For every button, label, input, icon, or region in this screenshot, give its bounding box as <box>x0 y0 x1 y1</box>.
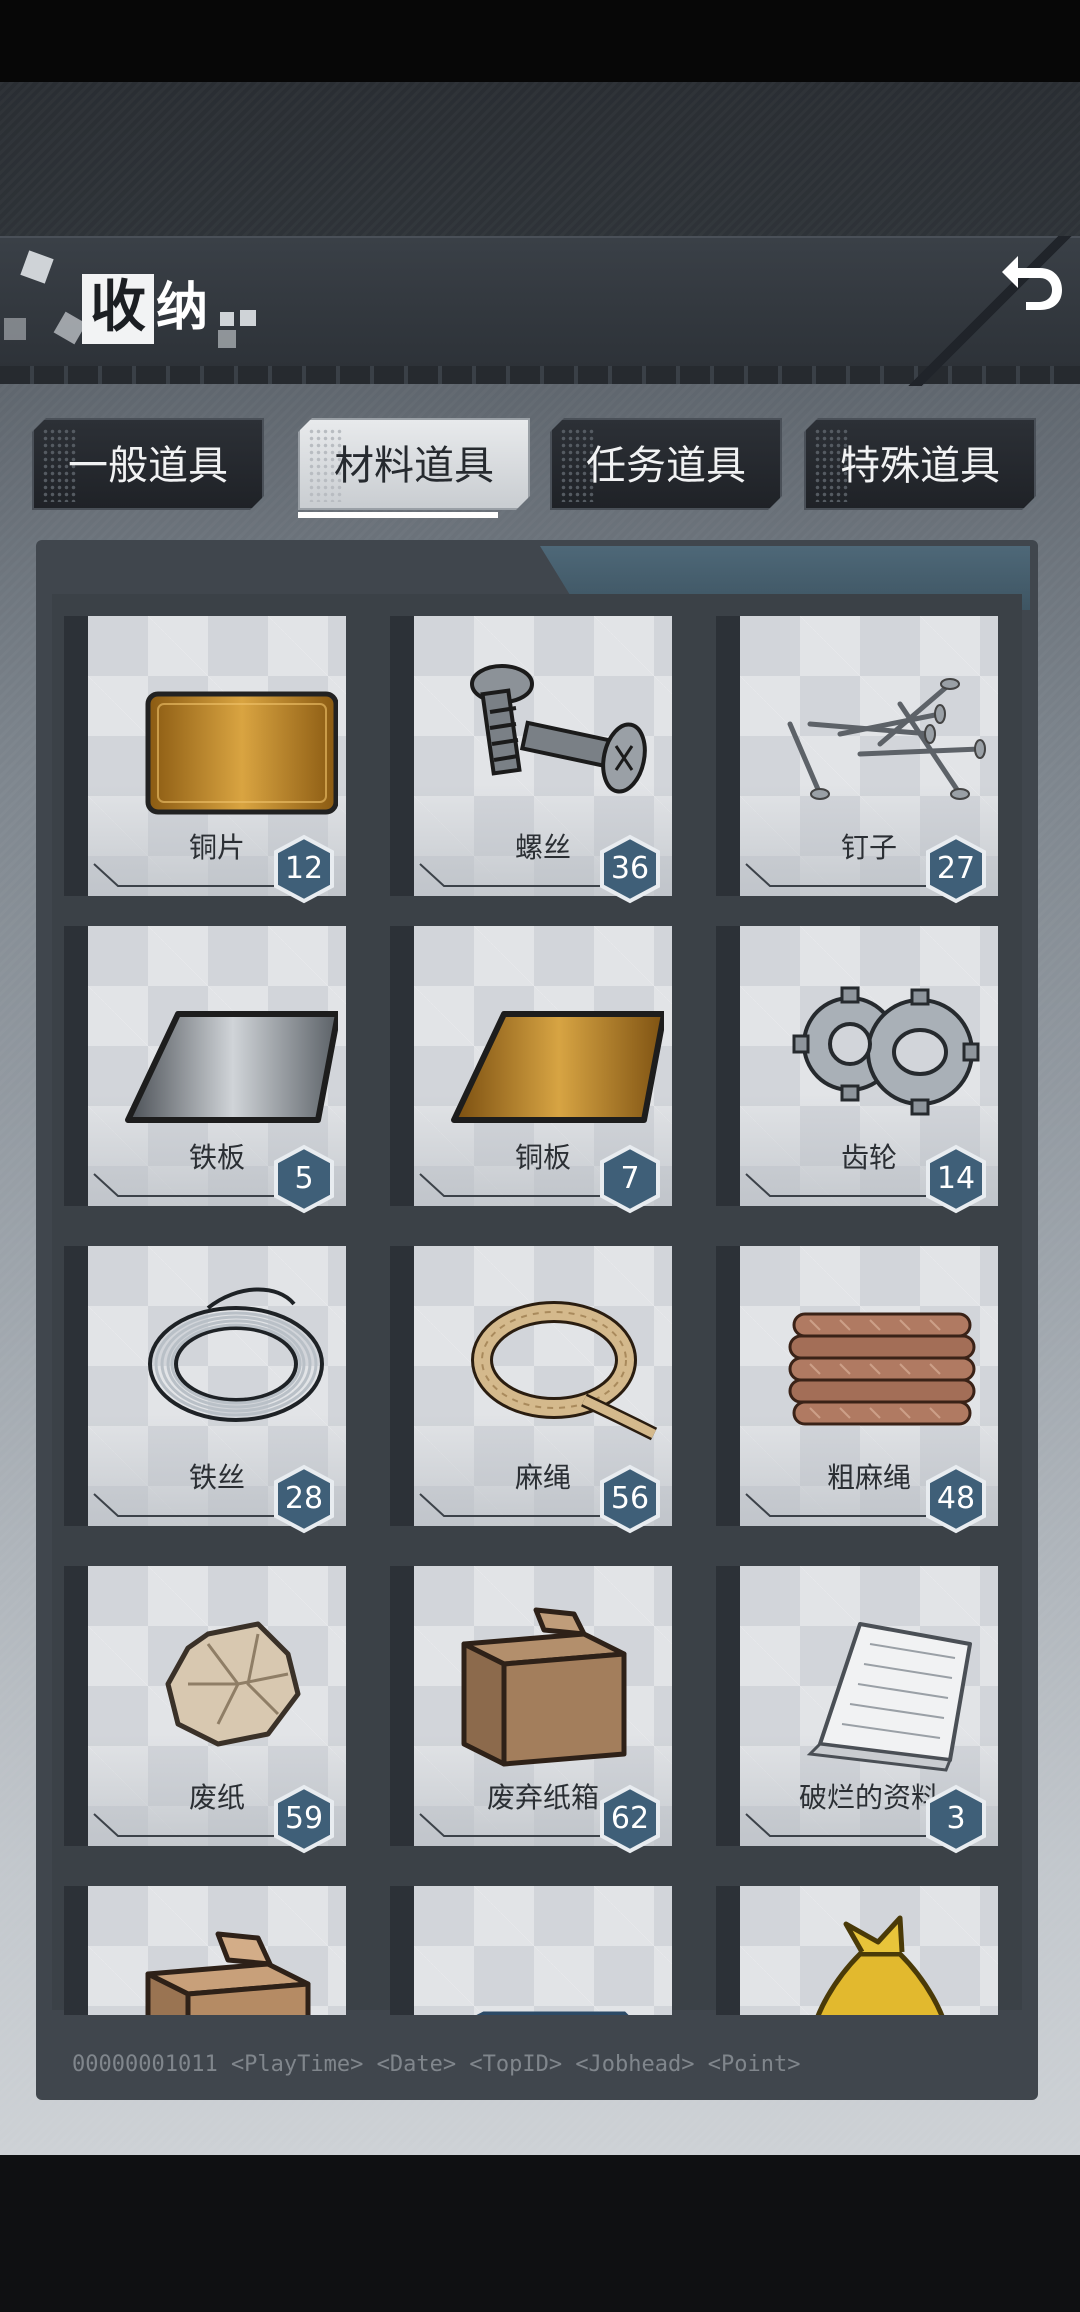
tab-material-items[interactable]: 材料道具 <box>298 418 530 510</box>
gears-icon <box>792 986 980 1116</box>
item-count-badge: 48 <box>936 1481 976 1516</box>
item-card[interactable]: 铜片 12 <box>64 616 346 904</box>
item-card[interactable]: 齿轮 14 <box>716 926 998 1214</box>
tab-label: 任务道具 <box>586 443 746 489</box>
top-status-band <box>0 0 1080 82</box>
item-card[interactable]: 螺丝 36 <box>390 616 672 904</box>
item-card[interactable]: 废弃纸箱 62 <box>390 1566 672 1854</box>
item-count-badge: 14 <box>936 1161 976 1196</box>
nails-icon <box>787 678 986 800</box>
item-card[interactable]: 废纸 59 <box>64 1566 346 1854</box>
item-count-badge: 56 <box>610 1481 650 1516</box>
item-card[interactable] <box>64 1886 346 2015</box>
active-tab-indicator <box>298 512 498 518</box>
plastic-bottle-icon <box>476 2011 629 2015</box>
tab-label: 材料道具 <box>334 443 494 489</box>
deco-square <box>4 318 26 340</box>
tattered-documents-icon <box>806 1622 972 1772</box>
deco-square <box>218 330 236 348</box>
waste-paper-icon <box>165 1621 301 1747</box>
item-card[interactable]: 铁板 5 <box>64 926 346 1214</box>
back-button[interactable] <box>996 246 1066 312</box>
item-card[interactable]: 粗麻绳 48 <box>716 1246 998 1534</box>
yellow-trash-bag-icon <box>815 1915 945 2015</box>
thick-hemp-rope-icon <box>788 1312 976 1426</box>
tab-quest-items[interactable]: 任务道具 <box>550 418 782 510</box>
hemp-rope-icon <box>471 1301 658 1441</box>
item-count-badge: 27 <box>936 851 976 886</box>
item-count-badge: 36 <box>610 851 650 886</box>
copper-plate-icon <box>451 1011 664 1123</box>
item-card[interactable]: 铜板 7 <box>390 926 672 1214</box>
iron-plate-icon <box>125 1011 338 1123</box>
deco-square <box>220 312 234 326</box>
cardboard-box-icon <box>461 1607 627 1767</box>
page-title: 纳 <box>156 278 209 338</box>
screws-icon <box>470 664 647 794</box>
item-count-badge: 62 <box>610 1801 650 1836</box>
tab-label: 特殊道具 <box>840 443 1000 489</box>
bottom-navigation-band <box>0 2155 1080 2312</box>
item-card[interactable]: 麻绳 56 <box>390 1246 672 1534</box>
item-count-badge: 59 <box>284 1801 324 1836</box>
tab-general-items[interactable]: 一般道具 <box>32 418 264 510</box>
item-count-badge: 28 <box>284 1481 324 1516</box>
item-count-badge: 5 <box>294 1161 314 1196</box>
back-arrow-icon <box>1002 256 1062 310</box>
footer-debug-text: 00000001011 <PlayTime> <Date> <TopID> <J… <box>72 2052 801 2077</box>
inventory-grid[interactable]: 铜片 12 螺丝 36 钉子 27 铁板 5 铜板 7 齿轮 14 铁丝 28 … <box>52 610 1022 2015</box>
page-title-highlight: 收 <box>90 275 146 340</box>
copper-sheet-icon <box>145 691 338 815</box>
item-count-badge: 7 <box>620 1161 640 1196</box>
item-card[interactable]: 破烂的资料 3 <box>716 1566 998 1854</box>
tab-label: 一般道具 <box>68 443 228 489</box>
cardboard-box-icon <box>145 1931 311 2015</box>
deco-square <box>240 310 256 326</box>
item-card[interactable]: 钉子 27 <box>716 616 998 904</box>
item-card[interactable] <box>390 1886 672 2015</box>
item-card[interactable] <box>716 1886 998 2015</box>
item-count-badge: 3 <box>946 1801 966 1836</box>
tab-special-items[interactable]: 特殊道具 <box>804 418 1036 510</box>
iron-wire-icon <box>148 1287 324 1422</box>
item-count-badge: 12 <box>284 851 324 886</box>
item-card[interactable]: 铁丝 28 <box>64 1246 346 1534</box>
